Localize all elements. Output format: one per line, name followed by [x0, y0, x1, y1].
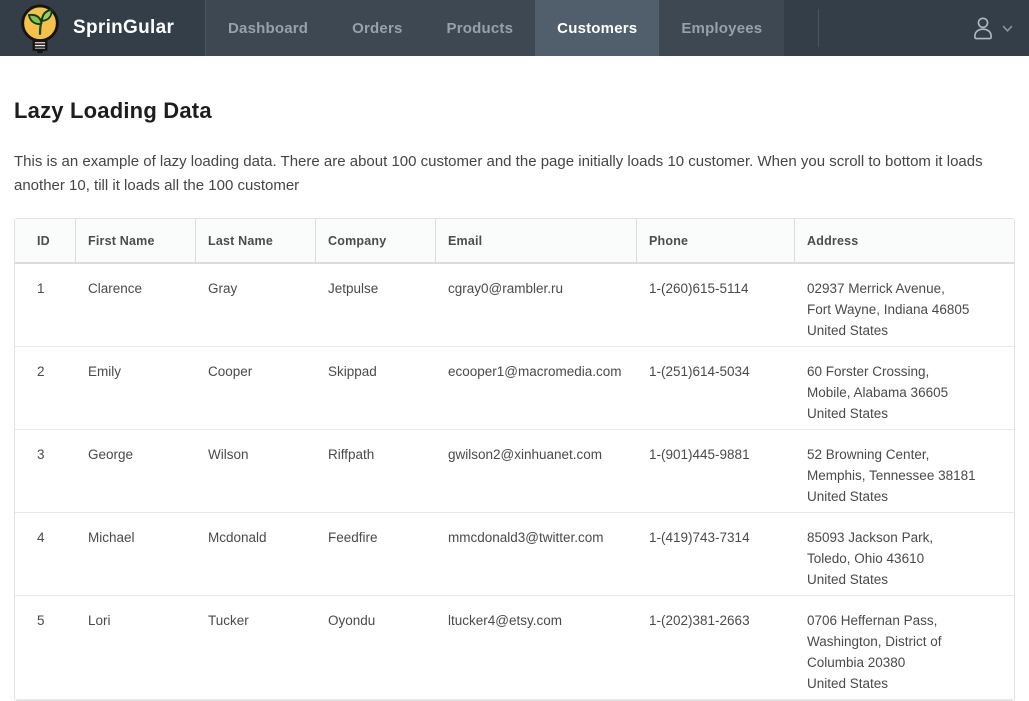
- main-content: Lazy Loading Data This is an example of …: [0, 98, 1029, 701]
- cell-last-name: Cooper: [196, 347, 316, 430]
- cell-last-name: Wilson: [196, 430, 316, 513]
- cell-first-name: Emily: [76, 347, 196, 430]
- cell-id: 4: [15, 513, 76, 596]
- nav-item-orders[interactable]: Orders: [330, 0, 424, 56]
- cell-phone: 1-(202)381-2663: [637, 596, 795, 700]
- cell-last-name: Gray: [196, 264, 316, 347]
- cell-last-name: Tucker: [196, 596, 316, 700]
- table-row: 4MichaelMcdonaldFeedfiremmcdonald3@twitt…: [15, 513, 1014, 596]
- column-header-email: Email: [436, 219, 637, 264]
- nav-item-label: Products: [447, 20, 514, 37]
- chevron-down-icon: [1002, 25, 1013, 33]
- column-header-address: Address: [795, 219, 1014, 264]
- column-header-first-name: First Name: [76, 219, 196, 264]
- cell-phone: 1-(260)615-5114: [637, 264, 795, 347]
- table-head: IDFirst NameLast NameCompanyEmailPhoneAd…: [15, 219, 1014, 264]
- user-icon: [970, 15, 996, 41]
- cell-address: 0706 Heffernan Pass, Washington, Distric…: [795, 596, 1014, 700]
- plant-bulb-icon: [16, 3, 64, 55]
- nav-item-employees[interactable]: Employees: [659, 0, 784, 56]
- column-header-last-name: Last Name: [196, 219, 316, 264]
- cell-company: Feedfire: [316, 513, 436, 596]
- customers-table-container: IDFirst NameLast NameCompanyEmailPhoneAd…: [14, 218, 1015, 701]
- cell-id: 3: [15, 430, 76, 513]
- nav-item-customers[interactable]: Customers: [535, 0, 659, 56]
- nav-spacer: [819, 0, 970, 56]
- nav-item-label: Customers: [557, 20, 637, 37]
- nav-item-products[interactable]: Products: [425, 0, 536, 56]
- cell-company: Jetpulse: [316, 264, 436, 347]
- customers-table: IDFirst NameLast NameCompanyEmailPhoneAd…: [14, 218, 1015, 701]
- cell-last-name: Mcdonald: [196, 513, 316, 596]
- cell-first-name: George: [76, 430, 196, 513]
- table-header-row: IDFirst NameLast NameCompanyEmailPhoneAd…: [15, 219, 1014, 264]
- cell-email: ltucker4@etsy.com: [436, 596, 637, 700]
- nav-menu: Dashboard Orders Products Customers Employee…: [205, 0, 784, 56]
- cell-id: 2: [15, 347, 76, 430]
- brand[interactable]: SprinGular: [0, 0, 205, 56]
- column-header-company: Company: [316, 219, 436, 264]
- cell-email: ecooper1@macromedia.com: [436, 347, 637, 430]
- cell-id: 1: [15, 264, 76, 347]
- column-header-phone: Phone: [637, 219, 795, 264]
- cell-first-name: Clarence: [76, 264, 196, 347]
- brand-name: SprinGular: [73, 17, 174, 39]
- nav-item-label: Dashboard: [228, 20, 308, 37]
- navbar: SprinGular Dashboard Orders Products Custom…: [0, 0, 1029, 56]
- table-row: 5LoriTuckerOyondultucker4@etsy.com1-(202…: [15, 596, 1014, 700]
- nav-item-dashboard[interactable]: Dashboard: [206, 0, 330, 56]
- cell-phone: 1-(251)614-5034: [637, 347, 795, 430]
- user-menu-button[interactable]: [970, 0, 1029, 56]
- cell-company: Oyondu: [316, 596, 436, 700]
- cell-address: 85093 Jackson Park, Toledo, Ohio 43610 U…: [795, 513, 1014, 596]
- table-row: 2EmilyCooperSkippadecooper1@macromedia.c…: [15, 347, 1014, 430]
- cell-address: 02937 Merrick Avenue, Fort Wayne, Indian…: [795, 264, 1014, 347]
- cell-phone: 1-(419)743-7314: [637, 513, 795, 596]
- cell-company: Skippad: [316, 347, 436, 430]
- page-description: This is an example of lazy loading data.…: [14, 150, 1015, 198]
- cell-email: mmcdonald3@twitter.com: [436, 513, 637, 596]
- table-body: 1ClarenceGrayJetpulsecgray0@rambler.ru1-…: [15, 264, 1014, 700]
- page-title: Lazy Loading Data: [14, 98, 1015, 124]
- table-row: 1ClarenceGrayJetpulsecgray0@rambler.ru1-…: [15, 264, 1014, 347]
- column-header-id: ID: [15, 219, 76, 264]
- cell-phone: 1-(901)445-9881: [637, 430, 795, 513]
- cell-first-name: Michael: [76, 513, 196, 596]
- nav-item-label: Employees: [681, 20, 762, 37]
- cell-company: Riffpath: [316, 430, 436, 513]
- table-row: 3GeorgeWilsonRiffpathgwilson2@xinhuanet.…: [15, 430, 1014, 513]
- cell-address: 52 Browning Center, Memphis, Tennessee 3…: [795, 430, 1014, 513]
- cell-first-name: Lori: [76, 596, 196, 700]
- cell-address: 60 Forster Crossing, Mobile, Alabama 366…: [795, 347, 1014, 430]
- cell-email: cgray0@rambler.ru: [436, 264, 637, 347]
- cell-email: gwilson2@xinhuanet.com: [436, 430, 637, 513]
- nav-item-label: Orders: [352, 20, 402, 37]
- cell-id: 5: [15, 596, 76, 700]
